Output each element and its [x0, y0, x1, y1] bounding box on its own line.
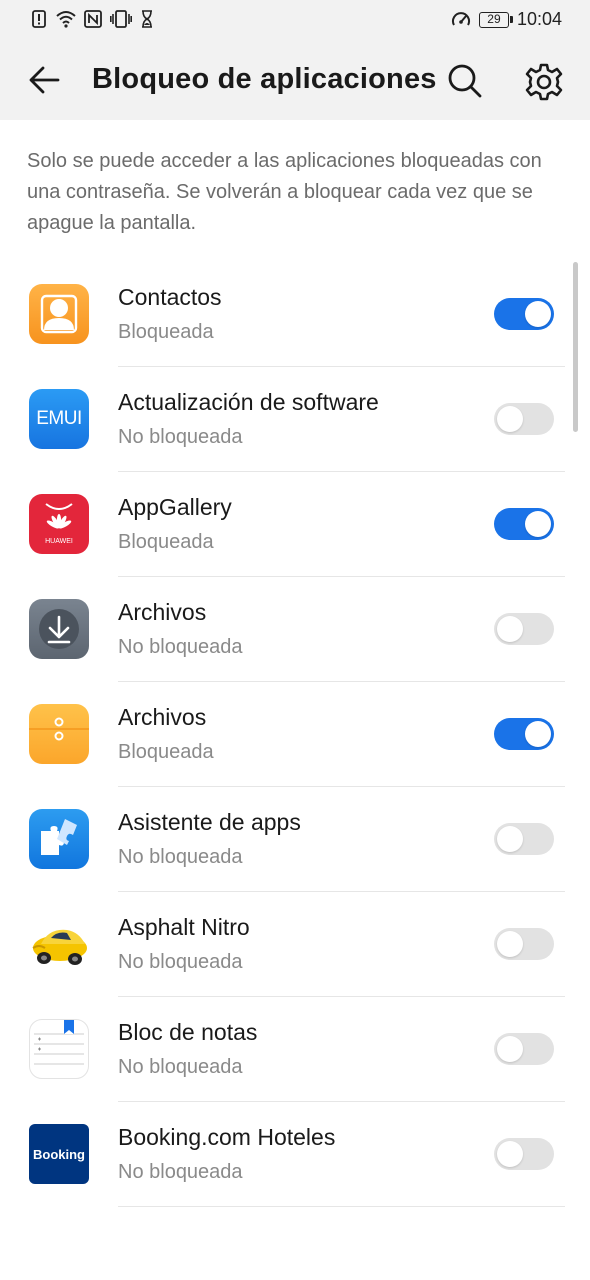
toggle-knob: [525, 511, 551, 537]
app-status: No bloqueada: [118, 1056, 243, 1078]
app-row-bloc-de-notas[interactable]: Bloc de notas No bloqueada: [0, 997, 590, 1102]
app-name: Archivos: [118, 704, 207, 730]
app-status: No bloqueada: [118, 951, 243, 973]
back-button[interactable]: [24, 58, 68, 102]
toggle-knob: [497, 826, 523, 852]
status-icons-left: [30, 10, 154, 28]
search-icon: [448, 64, 482, 98]
lock-toggle[interactable]: [494, 613, 554, 645]
lock-toggle[interactable]: [494, 928, 554, 960]
description-text: Solo se puede acceder a las aplicaciones…: [27, 150, 542, 234]
toggle-knob: [497, 406, 523, 432]
app-row-contactos[interactable]: Contactos Bloqueada: [0, 262, 590, 367]
app-status: No bloqueada: [118, 426, 243, 448]
download-files-icon: [29, 599, 89, 659]
vibrate-icon: [110, 10, 132, 28]
nfc-icon: [84, 10, 102, 28]
app-bar: Bloqueo de aplicaciones: [0, 40, 590, 120]
app-name: Contactos: [118, 284, 222, 310]
wifi-icon: [56, 11, 76, 28]
emui-logo-text: EMUI: [36, 408, 82, 429]
app-status: Bloqueada: [118, 531, 214, 553]
toggle-knob: [497, 616, 523, 642]
lock-toggle[interactable]: [494, 718, 554, 750]
toggle-knob: [497, 1036, 523, 1062]
data-saver-icon: [451, 11, 470, 25]
app-status: No bloqueada: [118, 636, 243, 658]
status-time: 10:04: [516, 9, 562, 29]
lock-toggle[interactable]: [494, 1033, 554, 1065]
app-status: Bloqueada: [118, 321, 214, 343]
scrollbar[interactable]: [573, 262, 578, 432]
app-name: Bloc de notas: [118, 1019, 258, 1045]
lock-toggle[interactable]: [494, 508, 554, 540]
app-row-appgallery[interactable]: HUAWEI AppGallery Bloqueada: [0, 472, 590, 577]
settings-button[interactable]: [522, 60, 566, 104]
booking-logo-text: Booking: [33, 1146, 85, 1162]
toggle-knob: [497, 1141, 523, 1167]
lock-toggle[interactable]: [494, 823, 554, 855]
app-name: Archivos: [118, 599, 207, 625]
status-bar: 29 10:04: [0, 0, 590, 40]
toggle-knob: [525, 301, 551, 327]
app-list: Contactos Bloqueada EMUI Actualización d…: [0, 262, 590, 1207]
app-name: Asistente de apps: [118, 809, 301, 835]
app-row-asphalt-nitro[interactable]: Asphalt Nitro No bloqueada: [0, 892, 590, 997]
toggle-knob: [525, 721, 551, 747]
lock-toggle[interactable]: [494, 1138, 554, 1170]
lock-toggle[interactable]: [494, 298, 554, 330]
app-status: Bloqueada: [118, 741, 214, 763]
app-name: Actualización de software: [118, 389, 379, 415]
hourglass-icon: [142, 10, 152, 28]
notepad-icon: [29, 1019, 89, 1079]
battery-level: 29: [487, 11, 501, 26]
lock-toggle[interactable]: [494, 403, 554, 435]
battery-icon: 29: [478, 11, 513, 28]
back-arrow-icon: [29, 66, 60, 94]
puzzle-icon: [29, 809, 89, 869]
app-row-asistente-apps[interactable]: Asistente de apps No bloqueada: [0, 787, 590, 892]
search-button[interactable]: [444, 60, 486, 102]
divider: [118, 1206, 565, 1207]
page-title: Bloqueo de aplicaciones: [92, 63, 437, 95]
app-status: No bloqueada: [118, 1161, 243, 1183]
app-name: Asphalt Nitro: [118, 914, 250, 940]
race-car-icon: [29, 914, 89, 974]
app-name: Booking.com Hoteles: [118, 1124, 336, 1150]
booking-icon: Booking: [29, 1124, 89, 1184]
toggle-knob: [497, 931, 523, 957]
app-status: No bloqueada: [118, 846, 243, 868]
app-row-booking[interactable]: Booking Booking.com Hoteles No bloqueada: [0, 1102, 590, 1207]
contacts-icon: [29, 284, 89, 344]
status-icons-right: 29 10:04: [451, 9, 562, 30]
appgallery-logo-text: HUAWEI: [45, 538, 73, 545]
appgallery-icon: HUAWEI: [29, 494, 89, 554]
emui-update-icon: EMUI: [29, 389, 89, 449]
app-row-archivos-2[interactable]: Archivos Bloqueada: [0, 682, 590, 787]
alert-icon: [32, 10, 46, 28]
app-name: AppGallery: [118, 494, 232, 520]
gear-icon: [525, 63, 563, 101]
files-folder-icon: [29, 704, 89, 764]
app-row-actualizacion-software[interactable]: EMUI Actualización de software No bloque…: [0, 367, 590, 472]
app-row-archivos-1[interactable]: Archivos No bloqueada: [0, 577, 590, 682]
